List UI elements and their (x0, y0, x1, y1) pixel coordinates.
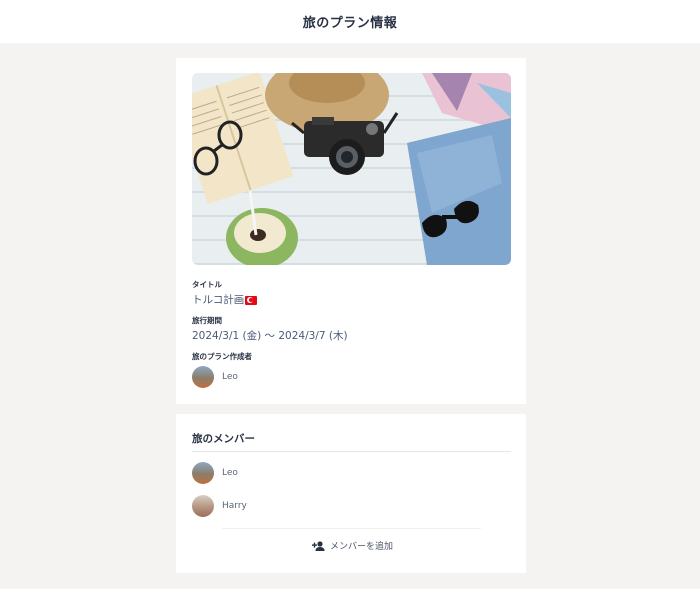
title-label: タイトル (192, 280, 222, 289)
creator-name: Leo (222, 372, 238, 382)
period-label: 旅行期間 (192, 316, 222, 325)
member-avatar-leo (192, 462, 214, 484)
creator-avatar (192, 366, 214, 388)
members-card: 旅のメンバー Leo Harry メンバーを追加 (176, 414, 526, 573)
title-text: トルコ計画 (192, 294, 245, 306)
add-member-label: メンバーを追加 (330, 542, 394, 552)
plan-info-card: タイトル トルコ計画 旅行期間 2024/3/1 (金) 〜 2024/3/7 … (176, 58, 526, 404)
app-header: 旅のプラン情報 (0, 0, 700, 43)
plan-cover-image (192, 73, 511, 265)
member-avatar-harry (192, 495, 214, 517)
member-name-harry: Harry (222, 501, 247, 511)
creator-label: 旅のプラン作成者 (192, 352, 252, 361)
person-add-icon (312, 540, 325, 551)
period-value: 2024/3/1 (金) 〜 2024/3/7 (木) (192, 330, 348, 342)
members-title: 旅のメンバー (192, 433, 255, 445)
add-divider (222, 528, 481, 529)
title-value: トルコ計画 (192, 292, 258, 307)
member-name-leo: Leo (222, 468, 238, 478)
add-member-button[interactable]: メンバーを追加 (312, 539, 393, 552)
members-divider (192, 451, 511, 452)
page-title: 旅のプラン情報 (302, 16, 398, 31)
turkey-flag-icon (245, 295, 258, 305)
